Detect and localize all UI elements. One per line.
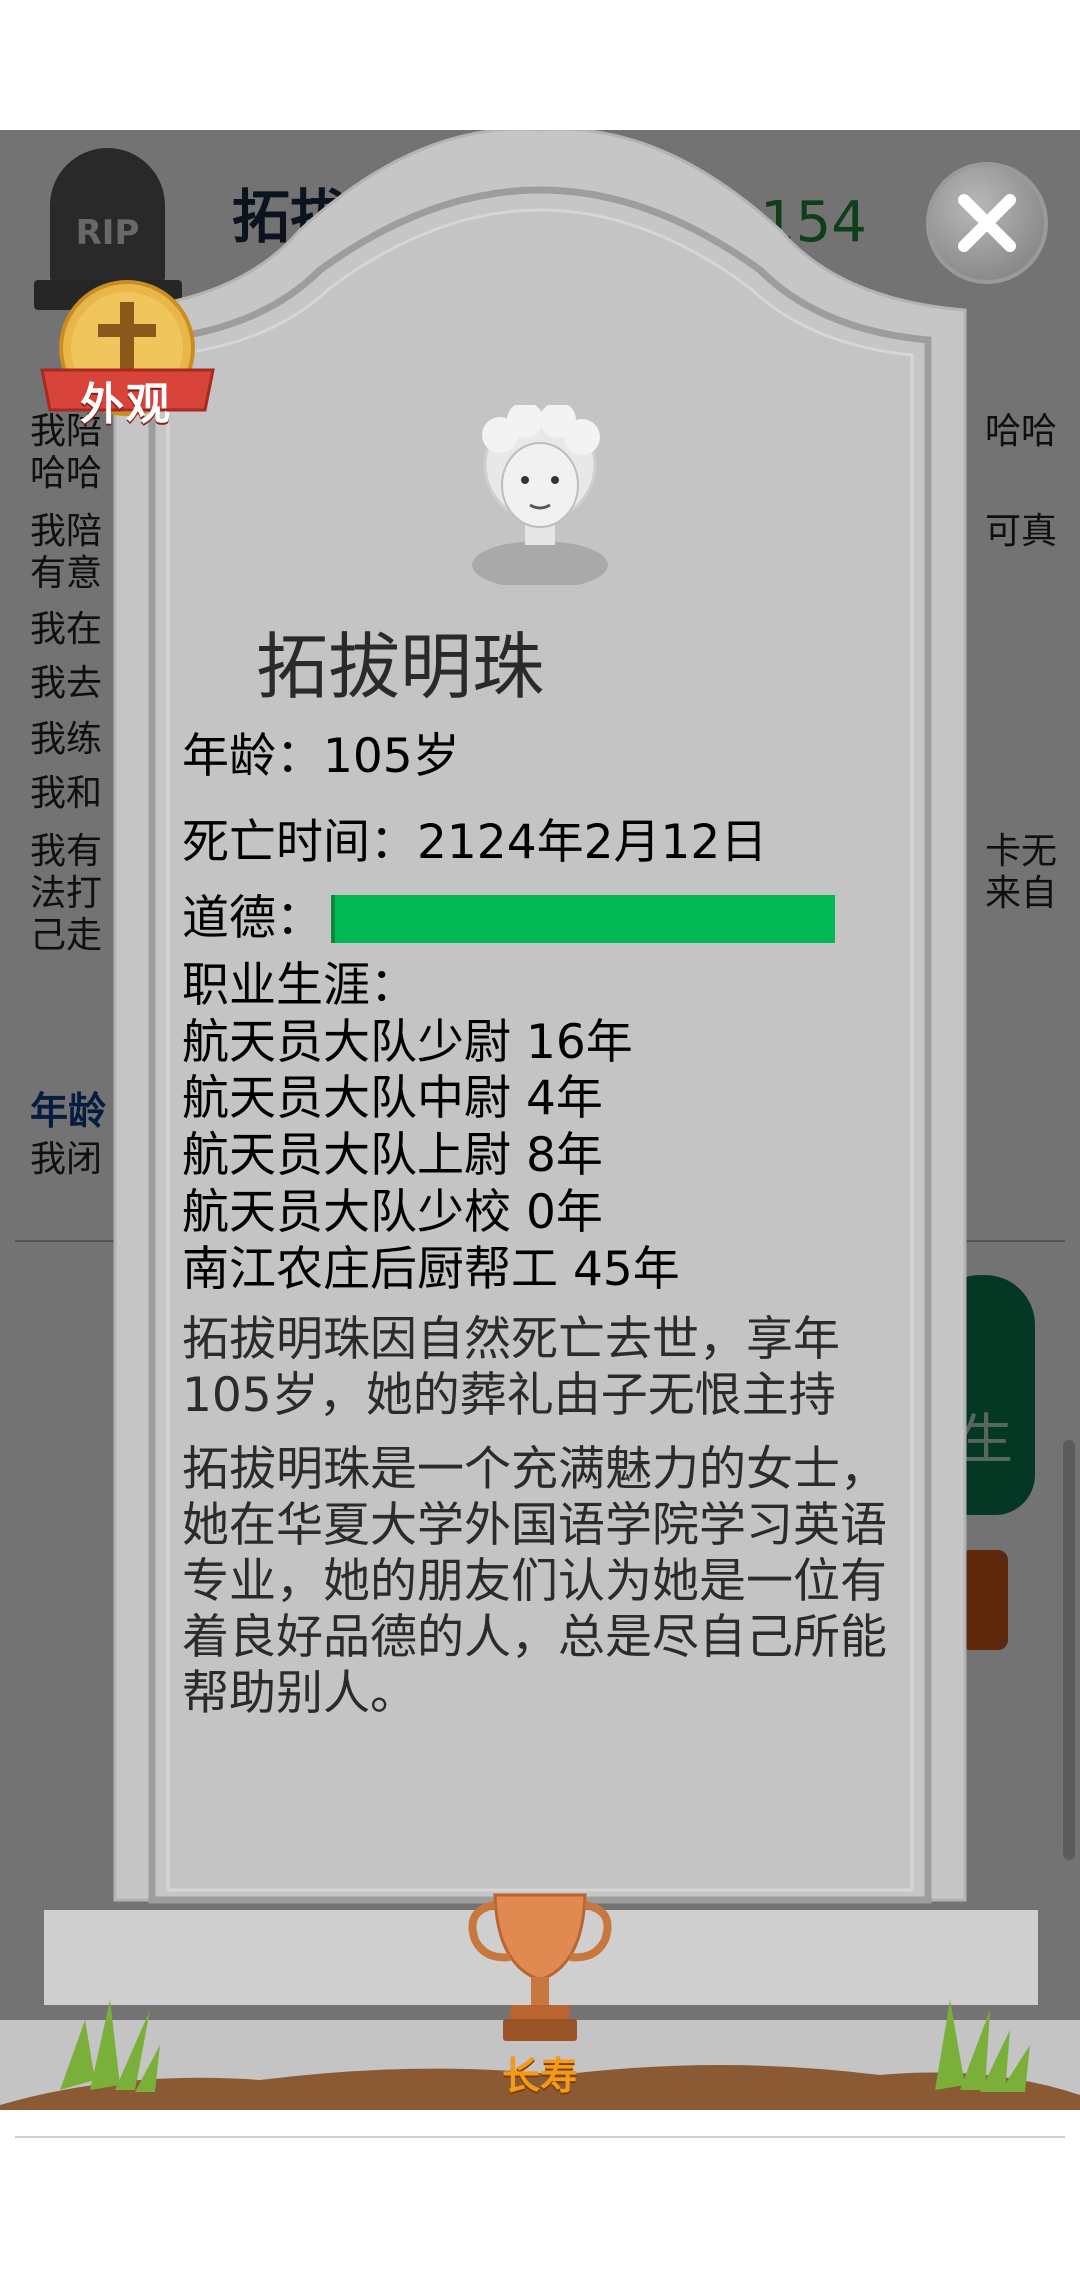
morality-bar-edge <box>331 895 335 943</box>
career-header: 职业生涯： <box>182 958 417 1013</box>
career-item: 航天员大队上尉 8年 <box>182 1128 603 1183</box>
appearance-label: 外观 <box>80 379 172 430</box>
trophy-label: 长寿 <box>501 2054 579 2098</box>
morality-bar <box>331 895 835 943</box>
career-item: 航天员大队少校 0年 <box>182 1185 603 1240</box>
close-button[interactable] <box>926 162 1048 284</box>
career-item: 航天员大队中尉 4年 <box>182 1071 603 1126</box>
death-paragraph: 拓拔明珠因自然死亡去世，享年105岁，她的葬礼由子无恨主持 <box>182 1312 840 1423</box>
biography-paragraph: 拓拔明珠是一个充满魅力的女士，她在华夏大学外国语学院学习英语专业，她的朋友们认为… <box>182 1442 887 1721</box>
elder-avatar-icon <box>472 405 608 585</box>
bottom-divider <box>15 2136 1065 2138</box>
morality-label: 道德： <box>182 891 323 946</box>
career-item: 南江农庄后厨帮工 45年 <box>182 1242 680 1297</box>
career-item: 航天员大队少尉 16年 <box>182 1015 633 1070</box>
death-time-line: 死亡时间：2124年2月12日 <box>182 815 768 870</box>
trophy-icon <box>468 1893 612 2041</box>
deceased-name: 拓拔明珠 <box>255 625 545 709</box>
close-icon <box>958 194 1016 252</box>
age-line: 年龄：105岁 <box>182 729 460 784</box>
